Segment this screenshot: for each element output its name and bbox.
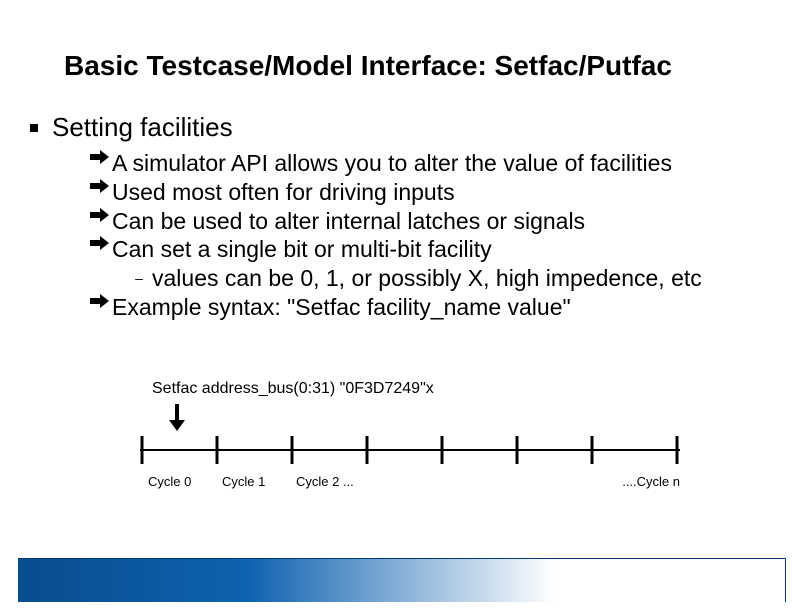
bullet-item: Example syntax: "Setfac facility_name va… — [90, 293, 762, 322]
bullet-text: Can be used to alter internal latches or… — [112, 207, 585, 236]
square-bullet-icon — [30, 124, 38, 132]
timeline-axis — [140, 432, 680, 468]
sub-bullet-text: values can be 0, 1, or possibly X, high … — [152, 264, 702, 293]
bullet-text: A simulator API allows you to alter the … — [112, 149, 672, 178]
cycle-labels: Cycle 0 Cycle 1 Cycle 2 ... ....Cycle n — [140, 474, 680, 494]
bullet-text: Can set a single bit or multi-bit facili… — [112, 235, 492, 264]
section-heading: Setting facilities — [30, 112, 762, 143]
bullet-item: Can set a single bit or multi-bit facili… — [90, 235, 762, 264]
sub-bullet-item: – values can be 0, 1, or possibly X, hig… — [134, 264, 762, 293]
timeline-diagram: Setfac address_bus(0:31) "0F3D7249"x Cyc… — [140, 380, 680, 494]
bullet-item: Can be used to alter internal latches or… — [90, 207, 762, 236]
slide: Basic Testcase/Model Interface: Setfac/P… — [0, 0, 792, 612]
section-heading-text: Setting facilities — [52, 112, 233, 143]
slide-title: Basic Testcase/Model Interface: Setfac/P… — [64, 50, 672, 82]
arrow-down-icon — [168, 404, 680, 432]
cycle-label: Cycle 0 — [148, 474, 191, 489]
bullet-list: A simulator API allows you to alter the … — [90, 149, 762, 322]
arrow-right-icon — [90, 235, 110, 264]
dash-icon: – — [134, 270, 144, 288]
cycle-label: Cycle 2 ... — [296, 474, 354, 489]
bullet-item: Used most often for driving inputs — [90, 178, 762, 207]
arrow-right-icon — [90, 149, 110, 178]
arrow-right-icon — [90, 293, 110, 322]
bullet-text: Used most often for driving inputs — [112, 178, 455, 207]
footer-bar — [18, 558, 786, 602]
arrow-right-icon — [90, 178, 110, 207]
cycle-label: ....Cycle n — [622, 474, 680, 489]
slide-body: Setting facilities A simulator API allow… — [30, 112, 762, 322]
cycle-label: Cycle 1 — [222, 474, 265, 489]
bullet-text: Example syntax: "Setfac facility_name va… — [112, 293, 571, 322]
bullet-item: A simulator API allows you to alter the … — [90, 149, 762, 178]
setfac-command-label: Setfac address_bus(0:31) "0F3D7249"x — [152, 380, 680, 398]
arrow-right-icon — [90, 207, 110, 236]
